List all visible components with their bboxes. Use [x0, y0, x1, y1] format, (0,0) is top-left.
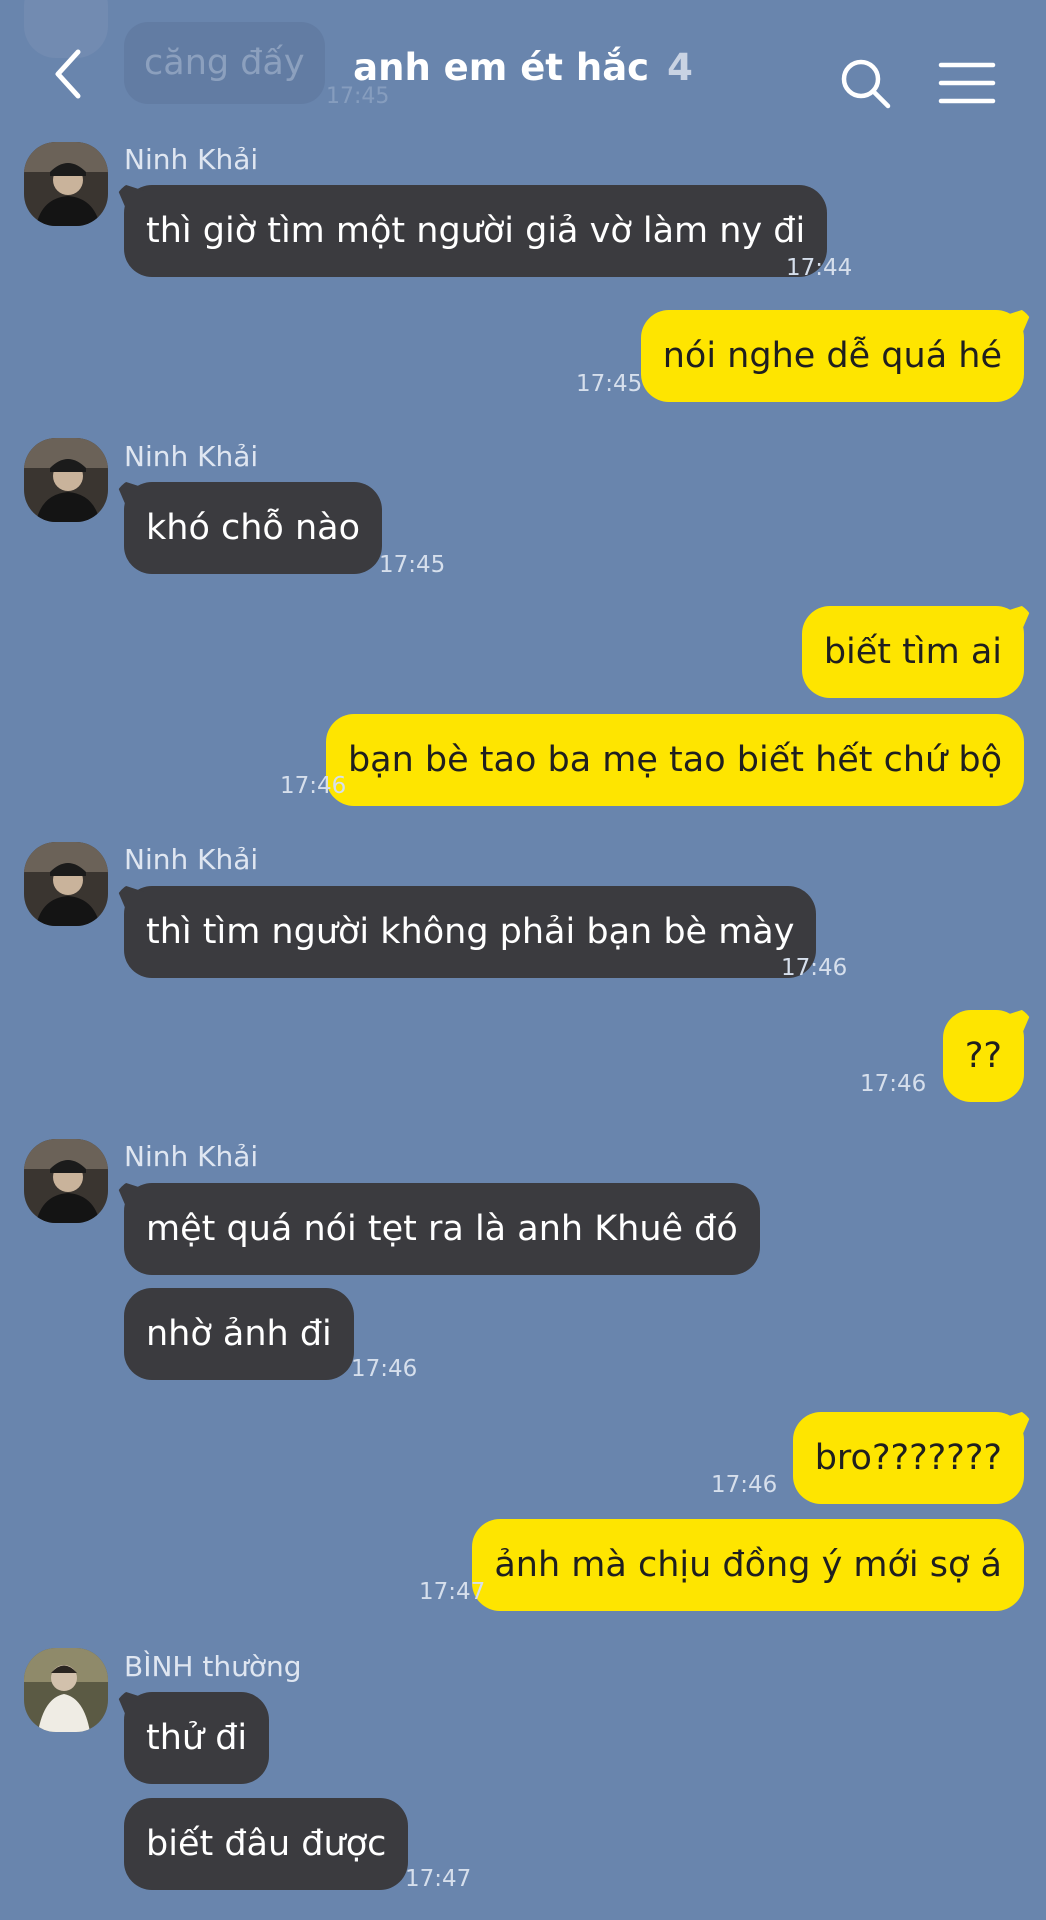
- message-bubble-incoming[interactable]: thì giờ tìm một người giả vờ làm ny đi: [124, 185, 828, 277]
- message-time: 17:47: [405, 1866, 472, 1892]
- message-bubble-incoming[interactable]: thử đi: [124, 1692, 270, 1784]
- avatar-ninh-khai[interactable]: [24, 438, 108, 522]
- avatar-ninh-khai[interactable]: [24, 1139, 108, 1223]
- avatar-ninh-khai[interactable]: [24, 142, 108, 226]
- sender-name: BÌNH thường: [124, 1650, 302, 1683]
- search-icon[interactable]: [838, 56, 894, 112]
- message-bubble-incoming[interactable]: nhờ ảnh đi: [124, 1288, 354, 1380]
- member-count: 4: [667, 46, 693, 89]
- message-bubble-outgoing[interactable]: bạn bè tao ba mẹ tao biết hết chứ bộ: [325, 714, 1024, 806]
- message-time: 17:46: [781, 955, 848, 981]
- message-bubble-outgoing[interactable]: ảnh mà chịu đồng ý mới sợ á: [472, 1519, 1024, 1611]
- message-bubble-outgoing[interactable]: biết tìm ai: [801, 606, 1024, 698]
- message-bubble-outgoing[interactable]: ??: [942, 1010, 1024, 1102]
- message-time: 17:46: [711, 1472, 778, 1498]
- chat-title: anh em ét hắc: [353, 46, 650, 89]
- message-time: 17:44: [786, 255, 853, 281]
- message-time: 17:46: [280, 773, 347, 799]
- avatar-binh-thuong[interactable]: [24, 1648, 108, 1732]
- message-time: 17:46: [351, 1356, 418, 1382]
- sender-name: Ninh Khải: [124, 1140, 259, 1173]
- avatar-ninh-khai[interactable]: [24, 842, 108, 926]
- chat-screen: căng đấy 17:45 anh em ét hắc 4 Ninh Khải…: [0, 0, 1046, 1920]
- sender-name: Ninh Khải: [124, 440, 259, 473]
- message-time: 17:45: [576, 371, 643, 397]
- message-time: 17:47: [419, 1579, 486, 1605]
- message-time: 17:46: [860, 1071, 927, 1097]
- chat-header: anh em ét hắc 4: [0, 0, 1046, 140]
- message-bubble-incoming[interactable]: mệt quá nói tẹt ra là anh Khuê đó: [124, 1183, 760, 1275]
- hamburger-menu-icon[interactable]: [938, 60, 996, 106]
- message-bubble-outgoing[interactable]: nói nghe dễ quá hé: [640, 310, 1024, 402]
- message-bubble-outgoing[interactable]: bro???????: [792, 1412, 1024, 1504]
- sender-name: Ninh Khải: [124, 843, 259, 876]
- message-bubble-incoming[interactable]: thì tìm người không phải bạn bè mày: [124, 886, 817, 978]
- message-bubble-incoming[interactable]: khó chỗ nào: [124, 482, 382, 574]
- message-bubble-incoming[interactable]: biết đâu được: [124, 1798, 409, 1890]
- message-time: 17:45: [379, 552, 446, 578]
- sender-name: Ninh Khải: [124, 143, 259, 176]
